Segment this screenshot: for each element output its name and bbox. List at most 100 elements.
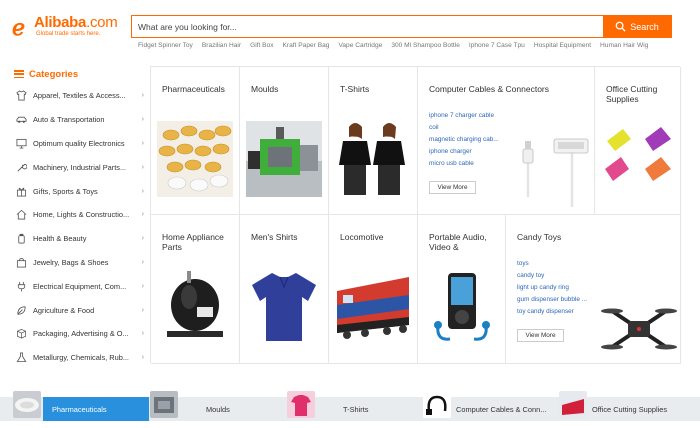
category-item-electrical[interactable]: Electrical Equipment, Com... › bbox=[10, 274, 144, 298]
category-item-metallurgy[interactable]: Metallurgy, Chemicals, Rub... › bbox=[10, 346, 144, 370]
category-item-home[interactable]: Home, Lights & Constructio... › bbox=[10, 203, 144, 227]
subcategory-link[interactable]: light up candy ring bbox=[517, 282, 587, 294]
tab-thumbnail[interactable] bbox=[423, 391, 451, 418]
keyword-link[interactable]: Iphone 7 Case Tpu bbox=[469, 42, 525, 49]
chevron-right-icon: › bbox=[141, 187, 144, 195]
search-button[interactable]: Search bbox=[603, 16, 671, 37]
home-icon bbox=[14, 208, 28, 222]
leaf-icon bbox=[14, 303, 28, 317]
chevron-right-icon: › bbox=[141, 139, 144, 147]
tile-title: Home Appliance Parts bbox=[162, 232, 224, 252]
tile-title: Locomotive bbox=[340, 232, 384, 242]
tile-portable-audio[interactable]: Portable Audio, Video & bbox=[418, 215, 506, 364]
bottle-icon bbox=[14, 232, 28, 246]
category-item-apparel[interactable]: Apparel, Textiles & Access... › bbox=[10, 84, 144, 108]
subcategory-link[interactable]: micro usb cable bbox=[429, 158, 499, 170]
tile-title: Portable Audio, Video & bbox=[429, 232, 487, 252]
menu-icon bbox=[14, 70, 24, 78]
candy-links: toys candy toy light up candy ring gum d… bbox=[517, 258, 587, 318]
tab-thumbnail[interactable] bbox=[150, 391, 178, 418]
keyword-link[interactable]: 300 Ml Shampoo Bottle bbox=[391, 42, 460, 49]
tab-computer-cables[interactable]: Computer Cables & Conn... bbox=[456, 397, 546, 421]
tile-office-cutting[interactable]: Office Cutting Supplies bbox=[595, 67, 681, 215]
subcategory-link[interactable]: toys bbox=[517, 258, 587, 270]
chevron-right-icon: › bbox=[141, 211, 144, 219]
subcategory-link[interactable]: iphone 7 charger cable bbox=[429, 110, 499, 122]
tile-title: Men's Shirts bbox=[251, 232, 298, 242]
category-item-packaging[interactable]: Packaging, Advertising & O... › bbox=[10, 322, 144, 346]
keyword-link[interactable]: Fidget Spinner Toy bbox=[138, 42, 193, 49]
box-icon bbox=[14, 327, 28, 341]
tab-office-cutting[interactable]: Office Cutting Supplies bbox=[592, 397, 667, 421]
category-item-machinery[interactable]: Machinery, Industrial Parts... › bbox=[10, 155, 144, 179]
subcategory-link[interactable]: coil bbox=[429, 122, 499, 134]
keyword-link[interactable]: Human Hair Wig bbox=[600, 42, 648, 49]
monitor-icon bbox=[14, 136, 28, 150]
category-item-health[interactable]: Health & Beauty › bbox=[10, 227, 144, 251]
tile-title: Moulds bbox=[251, 84, 279, 94]
cables-links: iphone 7 charger cable coil magnetic cha… bbox=[429, 110, 499, 170]
keyword-link[interactable]: Vape Cartridge bbox=[338, 42, 382, 49]
subcategory-link[interactable]: magnetic charging cab... bbox=[429, 134, 499, 146]
keyword-link[interactable]: Kraft Paper Bag bbox=[283, 42, 330, 49]
tile-moulds[interactable]: Moulds bbox=[240, 67, 329, 215]
category-grid: Pharmaceuticals Moulds T-Shirts Computer… bbox=[150, 66, 681, 364]
chevron-right-icon: › bbox=[141, 163, 144, 171]
wrench-icon bbox=[14, 160, 28, 174]
drone-image bbox=[600, 301, 678, 357]
chevron-right-icon: › bbox=[141, 116, 144, 124]
tile-computer-cables[interactable]: Computer Cables & Connectors iphone 7 ch… bbox=[418, 67, 595, 215]
shirt-icon bbox=[14, 89, 28, 103]
mp3-player-image bbox=[424, 269, 500, 345]
categories-header[interactable]: Categories bbox=[14, 66, 144, 82]
subcategory-link[interactable]: candy toy bbox=[517, 270, 587, 282]
keyword-link[interactable]: Gift Box bbox=[250, 42, 273, 49]
gift-icon bbox=[14, 184, 28, 198]
tile-title: Candy Toys bbox=[517, 232, 562, 242]
view-more-button[interactable]: View More bbox=[429, 181, 476, 194]
keyword-link[interactable]: Hospital Equipment bbox=[534, 42, 591, 49]
tab-pharmaceuticals[interactable]: Pharmaceuticals bbox=[43, 397, 149, 421]
logo-tagline: Global trade starts here. bbox=[36, 31, 101, 37]
search-bar: Search bbox=[131, 15, 672, 38]
category-item-gifts[interactable]: Gifts, Sports & Toys › bbox=[10, 179, 144, 203]
categories-title: Categories bbox=[29, 68, 79, 80]
search-icon bbox=[615, 21, 626, 32]
category-item-auto[interactable]: Auto & Transportation › bbox=[10, 108, 144, 132]
bottom-category-bar: Pharmaceuticals Moulds T-Shirts Computer… bbox=[0, 391, 700, 421]
subcategory-link[interactable]: toy candy dispenser bbox=[517, 306, 587, 318]
tile-pharmaceuticals[interactable]: Pharmaceuticals bbox=[151, 67, 240, 215]
tile-locomotive[interactable]: Locomotive bbox=[329, 215, 418, 364]
compressor-image bbox=[157, 269, 233, 345]
chevron-right-icon: › bbox=[141, 92, 144, 100]
category-item-electronics[interactable]: Optimum quality Electronics › bbox=[10, 132, 144, 156]
bag-icon bbox=[14, 255, 28, 269]
chevron-right-icon: › bbox=[141, 235, 144, 243]
subcategory-link[interactable]: iphone charger bbox=[429, 146, 499, 158]
tab-moulds[interactable]: Moulds bbox=[206, 397, 230, 421]
category-item-agriculture[interactable]: Agriculture & Food › bbox=[10, 298, 144, 322]
tile-mens-shirts[interactable]: Men's Shirts bbox=[240, 215, 329, 364]
pills-image bbox=[157, 121, 233, 197]
logo-mark-icon: ℯ bbox=[12, 15, 26, 41]
usb-cable-image bbox=[514, 137, 590, 213]
tab-tshirts[interactable]: T-Shirts bbox=[343, 397, 368, 421]
logo-text: Alibaba.com bbox=[34, 14, 118, 31]
tab-thumbnail[interactable] bbox=[287, 391, 315, 418]
tile-candy-toys[interactable]: Candy Toys toys candy toy light up candy… bbox=[506, 215, 681, 364]
category-item-jewelry[interactable]: Jewelry, Bags & Shoes › bbox=[10, 251, 144, 275]
keyword-link[interactable]: Brazilian Hair bbox=[202, 42, 241, 49]
category-list: Apparel, Textiles & Access... › Auto & Tr… bbox=[10, 84, 144, 370]
office-clips-image bbox=[601, 125, 677, 193]
alibaba-logo[interactable]: ℯ Alibaba.com Global trade starts here. bbox=[12, 13, 124, 41]
search-input[interactable] bbox=[132, 16, 603, 37]
tile-home-appliance[interactable]: Home Appliance Parts bbox=[151, 215, 240, 364]
flask-icon bbox=[14, 351, 28, 365]
tab-thumbnail[interactable] bbox=[13, 391, 41, 418]
subcategory-link[interactable]: gum dispenser bubble ... bbox=[517, 294, 587, 306]
view-more-button[interactable]: View More bbox=[517, 329, 564, 342]
chevron-right-icon: › bbox=[141, 306, 144, 314]
trending-keywords: Fidget Spinner Toy Brazilian Hair Gift B… bbox=[138, 42, 648, 49]
tile-tshirts[interactable]: T-Shirts bbox=[329, 67, 418, 215]
tab-thumbnail[interactable] bbox=[559, 391, 587, 418]
